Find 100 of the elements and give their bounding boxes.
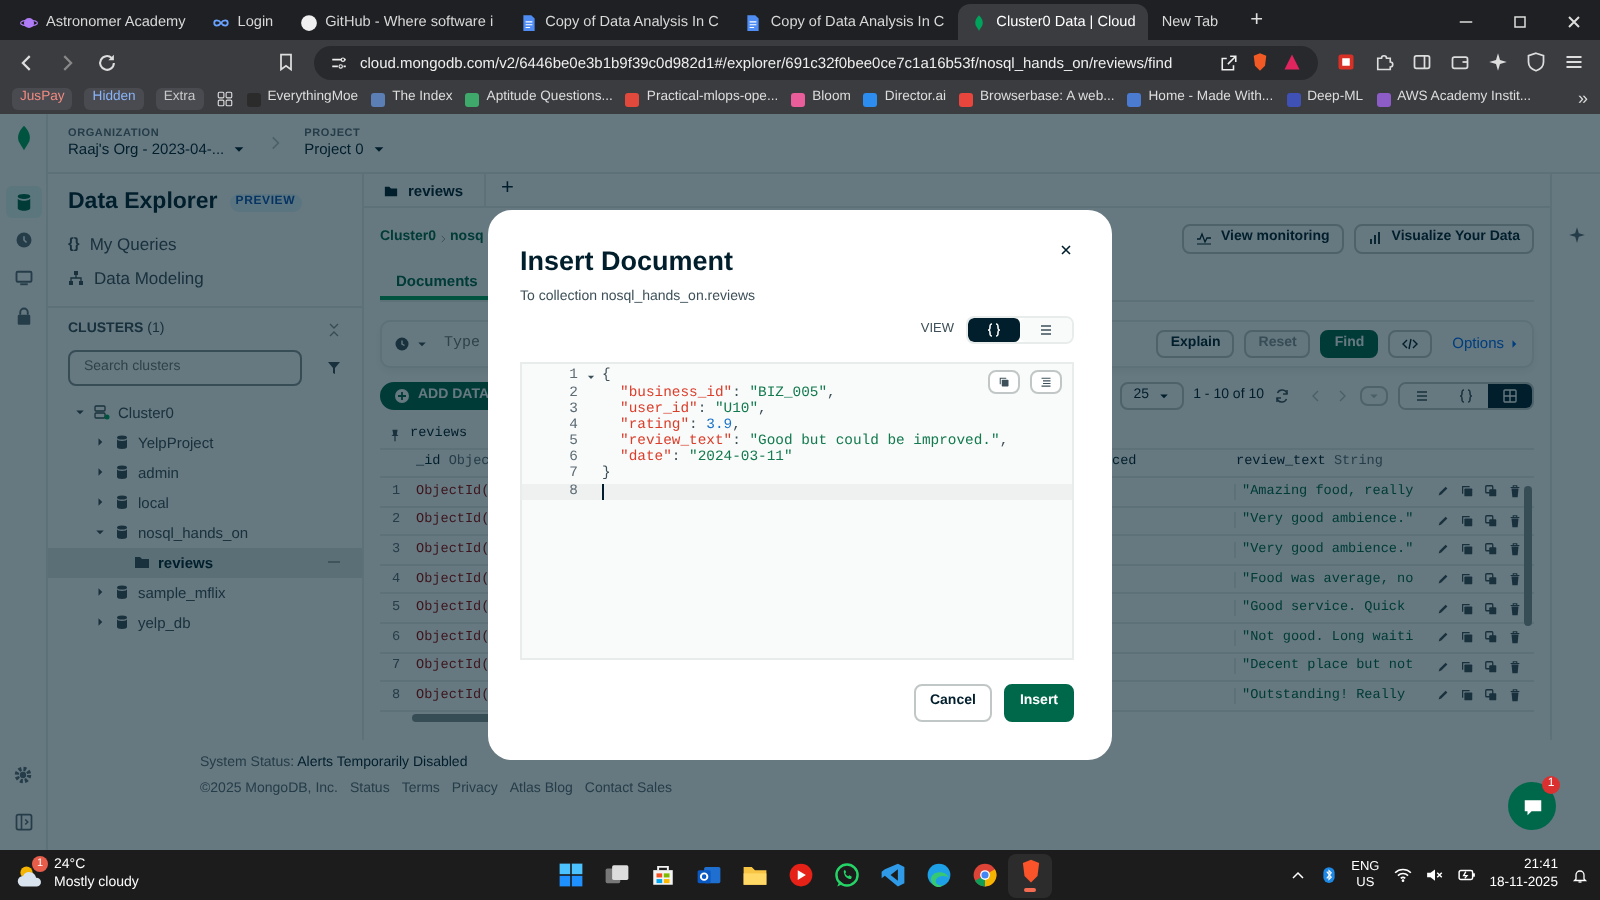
caret-right-icon[interactable] [94, 496, 106, 509]
pulse-icon [1196, 230, 1213, 247]
weather-icon[interactable] [16, 861, 44, 889]
delete-icon[interactable] [1508, 688, 1522, 703]
delete-icon[interactable] [1508, 572, 1522, 587]
sidebar-link[interactable]: Data Modeling [68, 267, 204, 289]
view-toggle[interactable] [966, 315, 1074, 344]
shield-icon[interactable] [1526, 52, 1546, 72]
list-view-icon [1414, 387, 1430, 404]
database-icon[interactable] [13, 192, 33, 212]
monitor-icon[interactable] [13, 268, 33, 288]
table-view-icon [1502, 387, 1518, 404]
view-toggle-button[interactable] [1020, 317, 1072, 342]
format-button[interactable] [1030, 369, 1062, 394]
caret-down-icon[interactable] [74, 406, 86, 419]
view-mode-toggle[interactable] [1398, 381, 1534, 410]
copy-icon[interactable] [1460, 542, 1474, 557]
caret-right-icon[interactable] [94, 616, 106, 629]
database-icon [114, 464, 130, 481]
caret-down-icon[interactable] [94, 526, 106, 539]
bell-icon[interactable] [1572, 867, 1588, 883]
caret-right-icon[interactable] [94, 586, 106, 599]
menu-icon[interactable] [1564, 52, 1584, 72]
chevron-up-icon[interactable] [1289, 867, 1306, 883]
reload-icon[interactable] [96, 51, 118, 73]
server-icon [94, 404, 110, 421]
caret-icon[interactable] [371, 142, 386, 157]
copy-icon[interactable] [1460, 484, 1474, 499]
shield-logo-icon[interactable] [1250, 52, 1270, 72]
close-icon[interactable] [1564, 12, 1584, 32]
new-tab-button[interactable]: + [1232, 4, 1282, 40]
scrollbar[interactable] [412, 713, 492, 722]
clock-icon[interactable] [13, 230, 33, 250]
caret-icon [416, 338, 428, 350]
wallet-icon[interactable] [1450, 52, 1470, 72]
history-icon [394, 336, 410, 352]
muted-speaker-icon[interactable] [1425, 866, 1444, 884]
triangle-icon[interactable] [1282, 52, 1302, 72]
code-button[interactable] [1388, 329, 1433, 358]
close-icon[interactable] [1058, 242, 1074, 258]
view-toggle-button[interactable] [968, 317, 1020, 342]
code-editor-icon [879, 862, 905, 888]
maximize-icon[interactable] [1510, 12, 1530, 32]
delete-icon[interactable] [1508, 542, 1522, 557]
caret-right-icon[interactable] [94, 466, 106, 479]
copy-icon[interactable] [1460, 659, 1474, 674]
sparkle-icon[interactable] [1488, 52, 1508, 72]
share-icon[interactable] [1220, 53, 1238, 71]
copy-button[interactable] [988, 369, 1020, 394]
caret-icon [1368, 389, 1380, 402]
extension-icon[interactable] [1336, 52, 1356, 72]
database-icon [114, 524, 130, 541]
view-mode-button[interactable] [1488, 383, 1532, 408]
copy-icon[interactable] [1460, 630, 1474, 645]
mail-icon [695, 862, 721, 888]
copy-icon[interactable] [1460, 572, 1474, 587]
hierarchy-icon [68, 270, 84, 287]
database-icon [114, 614, 130, 631]
delete-icon[interactable] [1508, 513, 1522, 528]
chat-button[interactable] [1508, 782, 1556, 830]
plus-icon [394, 387, 410, 404]
circle-logo-icon [299, 13, 318, 31]
sidebar-icon[interactable] [1412, 52, 1432, 72]
copy-icon[interactable] [1460, 513, 1474, 528]
delete-icon[interactable] [1508, 484, 1522, 499]
apps-icon[interactable] [215, 90, 234, 108]
battery-icon[interactable] [1457, 866, 1476, 884]
bar-chart-icon [1367, 230, 1384, 247]
caret-icon[interactable] [232, 142, 247, 157]
play-icon [787, 862, 813, 888]
lock-icon[interactable] [13, 306, 33, 326]
copy-icon[interactable] [1460, 601, 1474, 616]
document-icon [519, 13, 538, 31]
folder-icon [741, 862, 767, 888]
history-button[interactable] [394, 336, 428, 352]
delete-icon[interactable] [1508, 601, 1522, 616]
code-icon [1402, 335, 1419, 352]
wifi-icon[interactable] [1393, 866, 1412, 884]
add-tab-button[interactable]: + [485, 176, 530, 204]
refresh-icon[interactable] [1274, 387, 1290, 404]
site-settings-icon[interactable] [330, 53, 348, 71]
extensions-icon[interactable] [1374, 52, 1394, 72]
fold-caret-icon[interactable] [585, 372, 595, 383]
collapse-icon[interactable] [326, 322, 342, 339]
database-icon [114, 584, 130, 601]
document-icon [744, 13, 763, 31]
chat-icon [1521, 795, 1543, 817]
expand-panel-icon[interactable] [13, 812, 33, 832]
delete-icon[interactable] [1508, 659, 1522, 674]
copy-icon[interactable] [1460, 688, 1474, 703]
nav-item[interactable] [5, 186, 41, 218]
more-bookmarks-button[interactable]: » [1577, 88, 1588, 110]
store-icon [649, 862, 675, 888]
settings-icon[interactable] [12, 764, 34, 786]
bluetooth-icon[interactable] [1319, 866, 1338, 884]
caret-right-icon[interactable] [94, 436, 106, 449]
delete-icon[interactable] [1508, 630, 1522, 645]
scrollbar[interactable] [1524, 486, 1532, 626]
filter-icon[interactable] [326, 359, 342, 376]
bookmark-icon[interactable] [276, 52, 296, 72]
